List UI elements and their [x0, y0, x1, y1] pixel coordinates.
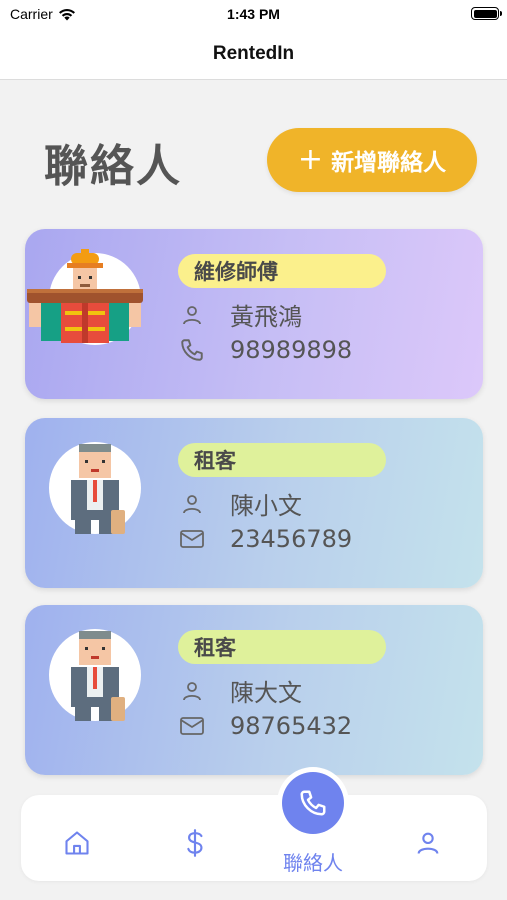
add-contact-label: 新增聯絡人 [331, 150, 447, 176]
tab-profile[interactable] [408, 823, 448, 863]
role-tag: 租客 [178, 630, 386, 664]
businessman-avatar-icon [71, 631, 125, 721]
contact-name-row: 陳小文 [178, 486, 302, 521]
avatar [27, 249, 143, 345]
plus-icon: + [297, 142, 324, 177]
avatar [49, 629, 141, 721]
contact-phone[interactable]: 98989898 [230, 336, 352, 364]
contact-info-row: 98765432 [178, 712, 352, 740]
person-icon [178, 301, 206, 329]
contact-name: 陳小文 [230, 492, 302, 520]
page-title: 聯絡人 [44, 141, 182, 192]
add-contact-button[interactable]: + 新增聯絡人 [267, 128, 477, 192]
contact-card[interactable]: 維修師傅 黃飛鴻 98989898 [25, 229, 483, 399]
tab-home[interactable] [57, 823, 97, 863]
tab-contacts-button[interactable] [282, 772, 344, 834]
contact-name: 黃飛鴻 [230, 303, 302, 331]
status-bar: Carrier 1:43 PM [0, 0, 507, 28]
avatar [49, 442, 141, 534]
person-icon [178, 677, 206, 705]
dollar-icon [187, 829, 203, 857]
person-icon [417, 832, 439, 854]
tab-contacts-label[interactable]: 聯絡人 [260, 847, 366, 876]
status-time: 1:43 PM [227, 6, 280, 22]
tab-contacts[interactable] [277, 767, 349, 839]
contact-email[interactable]: 23456789 [230, 525, 352, 553]
nav-title: RentedIn [212, 42, 295, 64]
role-tag: 維修師傅 [178, 254, 386, 288]
phone-icon [300, 790, 326, 816]
contact-info-row: 98989898 [178, 336, 352, 364]
navigation-bar: RentedIn [0, 28, 507, 80]
role-tag: 租客 [178, 443, 386, 477]
contact-name-row: 黃飛鴻 [178, 297, 302, 332]
home-icon [65, 831, 89, 855]
mail-icon [178, 712, 206, 740]
contact-name: 陳大文 [230, 679, 302, 707]
contact-card[interactable]: 租客 陳小文 23456789 [25, 418, 483, 588]
contact-card[interactable]: 租客 陳大文 98765432 [25, 605, 483, 775]
phone-icon [178, 336, 206, 364]
tab-payments[interactable] [175, 823, 215, 863]
tab-bar [21, 795, 487, 881]
contact-name-row: 陳大文 [178, 673, 302, 708]
battery-icon [471, 7, 502, 20]
businessman-avatar-icon [71, 444, 125, 534]
contact-email[interactable]: 98765432 [230, 712, 352, 740]
worker-avatar-icon [27, 249, 143, 343]
person-icon [178, 490, 206, 518]
contact-info-row: 23456789 [178, 525, 352, 553]
mail-icon [178, 525, 206, 553]
